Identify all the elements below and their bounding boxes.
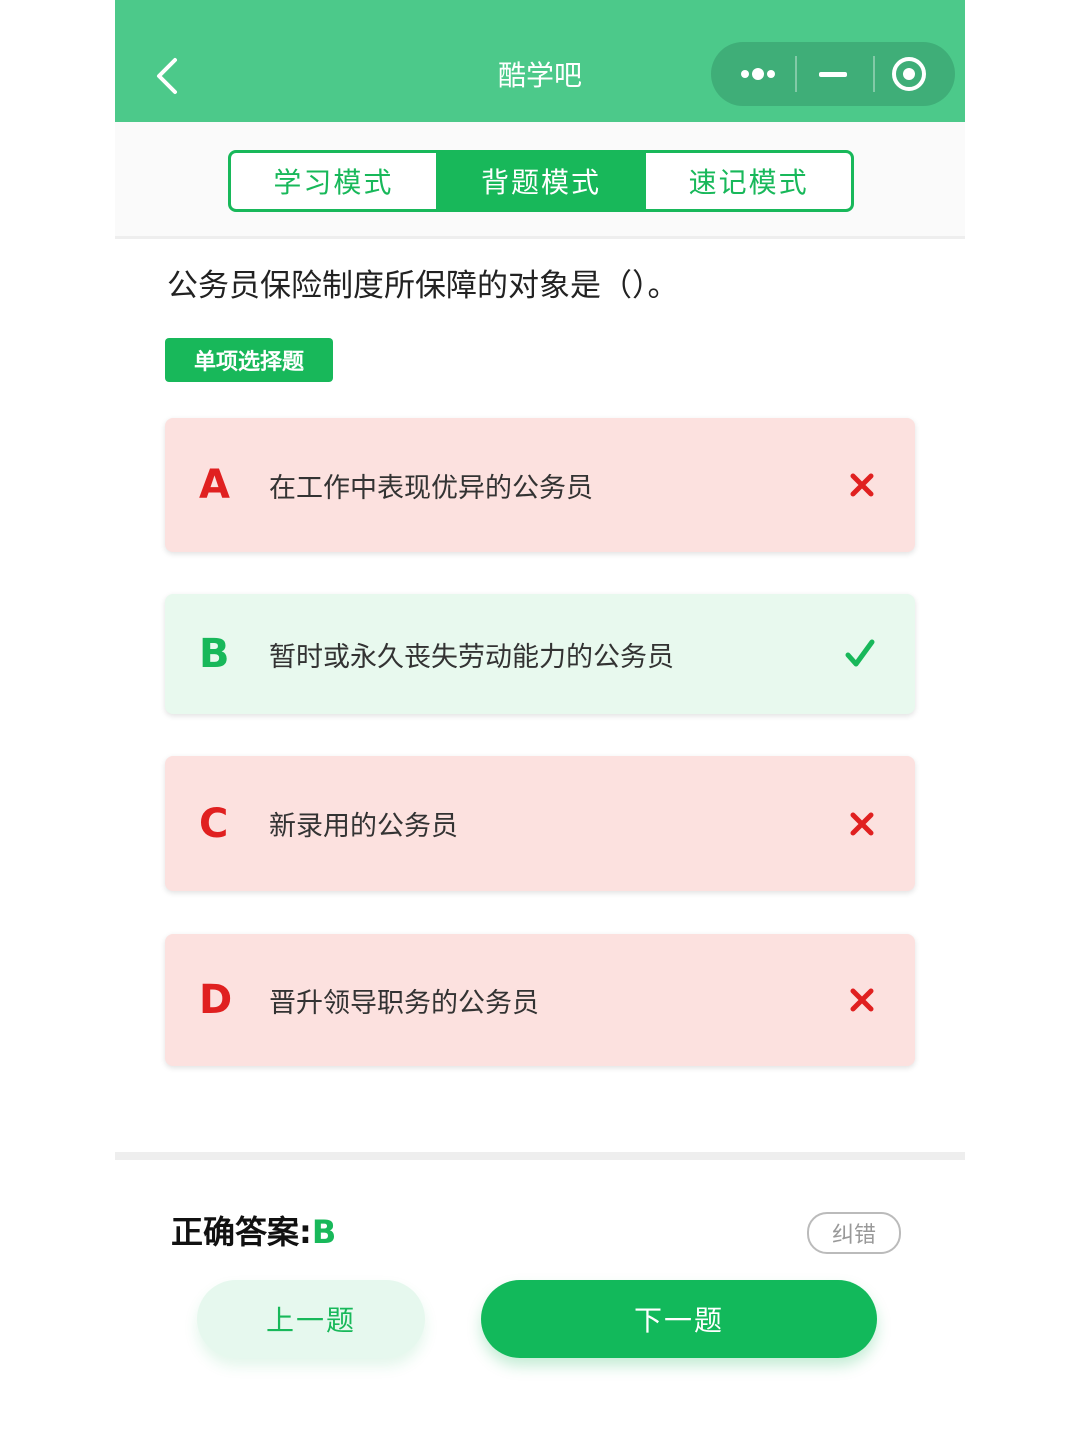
option-text: 晋升领导职务的公务员 xyxy=(269,987,539,1019)
option-letter: C xyxy=(199,800,229,847)
option-d[interactable]: D 晋升领导职务的公务员 xyxy=(165,934,915,1066)
previous-question-button[interactable]: 上一题 xyxy=(197,1280,425,1358)
option-text: 暂时或永久丧失劳动能力的公务员 xyxy=(269,641,674,673)
option-b[interactable]: B 暂时或永久丧失劳动能力的公务员 xyxy=(165,594,915,714)
tab-recite-mode[interactable]: 背题模式 xyxy=(438,153,647,209)
question-type-badge: 单项选择题 xyxy=(165,338,333,382)
option-letter: A xyxy=(199,462,230,508)
tab-quick-memo-mode[interactable]: 速记模式 xyxy=(646,153,851,209)
close-target-icon[interactable] xyxy=(871,42,951,106)
minimize-icon[interactable] xyxy=(795,42,875,106)
option-letter: B xyxy=(199,631,230,677)
correct-answer-value: B xyxy=(311,1213,337,1251)
more-icon[interactable] xyxy=(717,42,797,106)
option-letter: D xyxy=(199,977,233,1023)
top-bar: 酷学吧 xyxy=(115,0,965,122)
option-a[interactable]: A 在工作中表现优异的公务员 xyxy=(165,418,915,552)
next-question-button[interactable]: 下一题 xyxy=(481,1280,877,1358)
tab-study-mode[interactable]: 学习模式 xyxy=(231,153,439,209)
check-icon xyxy=(845,594,875,714)
section-divider xyxy=(115,1152,965,1160)
question-text: 公务员保险制度所保障的对象是（）。 xyxy=(167,268,679,304)
app-screen: 酷学吧 学习模式 背题模式 速记模式 公务员保险制度所保障的对象是（）。 单项选… xyxy=(115,0,965,1440)
cross-icon xyxy=(849,934,875,1066)
mode-tabs: 学习模式 背题模式 速记模式 xyxy=(228,150,854,212)
option-c[interactable]: C 新录用的公务员 xyxy=(165,756,915,891)
report-error-button[interactable]: 纠错 xyxy=(807,1212,901,1254)
correct-answer-label: 正确答案: xyxy=(171,1213,312,1251)
menu-capsule xyxy=(711,42,955,106)
cross-icon xyxy=(849,418,875,552)
correct-answer: 正确答案:B xyxy=(171,1208,336,1256)
cross-icon xyxy=(849,756,875,891)
mode-tabs-bar: 学习模式 背题模式 速记模式 xyxy=(115,122,965,239)
option-text: 在工作中表现优异的公务员 xyxy=(269,472,593,504)
option-text: 新录用的公务员 xyxy=(269,811,458,842)
